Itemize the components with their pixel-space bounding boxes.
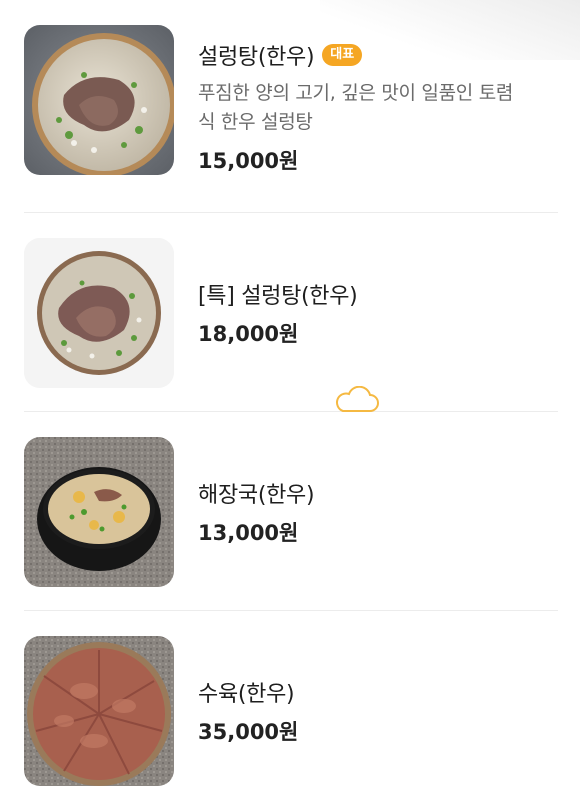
menu-item-price: 15,000원 <box>198 149 299 173</box>
menu-item-price: 35,000원 <box>198 720 299 744</box>
name-row: 수육(한우) <box>198 676 558 708</box>
menu-item-info: 해장국(한우) 13,000원 <box>198 477 558 547</box>
divider <box>24 610 558 611</box>
description-line-1: 푸짐한 양의 고기, 깊은 맛이 일품인 토렴 <box>198 82 514 104</box>
menu-item-suyuk[interactable]: 수육(한우) 35,000원 <box>24 636 558 786</box>
signature-badge: 대표 <box>322 44 363 66</box>
divider <box>24 411 558 412</box>
menu-item-name: 수육(한우) <box>198 682 295 707</box>
menu-item-seolleongtang[interactable]: 설렁탕(한우) 대표 푸짐한 양의 고기, 깊은 맛이 일품인 토렴 식 한우 … <box>24 25 558 175</box>
name-row: [특] 설렁탕(한우) <box>198 278 558 310</box>
menu-item-name: 설렁탕(한우) <box>198 45 315 70</box>
menu-item-special-seolleongtang[interactable]: [특] 설렁탕(한우) 18,000원 <box>24 238 558 388</box>
menu-item-haejangguk[interactable]: 해장국(한우) 13,000원 <box>24 437 558 587</box>
suyuk-photo[interactable] <box>24 636 174 786</box>
menu-item-price: 18,000원 <box>198 322 299 346</box>
menu-item-description: 푸짐한 양의 고기, 깊은 맛이 일품인 토렴 식 한우 설렁탕 <box>198 79 558 137</box>
cloud-icon <box>336 386 379 412</box>
haejangguk-photo[interactable] <box>24 437 174 587</box>
menu-item-name: [특] 설렁탕(한우) <box>198 284 358 309</box>
menu-item-info: 설렁탕(한우) 대표 푸짐한 양의 고기, 깊은 맛이 일품인 토렴 식 한우 … <box>198 39 558 175</box>
special-seolleongtang-photo[interactable] <box>24 238 174 388</box>
name-row: 설렁탕(한우) 대표 <box>198 39 558 71</box>
description-line-2: 식 한우 설렁탕 <box>198 111 313 133</box>
menu-item-info: 수육(한우) 35,000원 <box>198 676 558 746</box>
divider <box>24 212 558 213</box>
menu-item-name: 해장국(한우) <box>198 483 315 508</box>
name-row: 해장국(한우) <box>198 477 558 509</box>
menu-item-info: [특] 설렁탕(한우) 18,000원 <box>198 278 558 348</box>
menu-item-price: 13,000원 <box>198 521 299 545</box>
seolleongtang-photo[interactable] <box>24 25 174 175</box>
